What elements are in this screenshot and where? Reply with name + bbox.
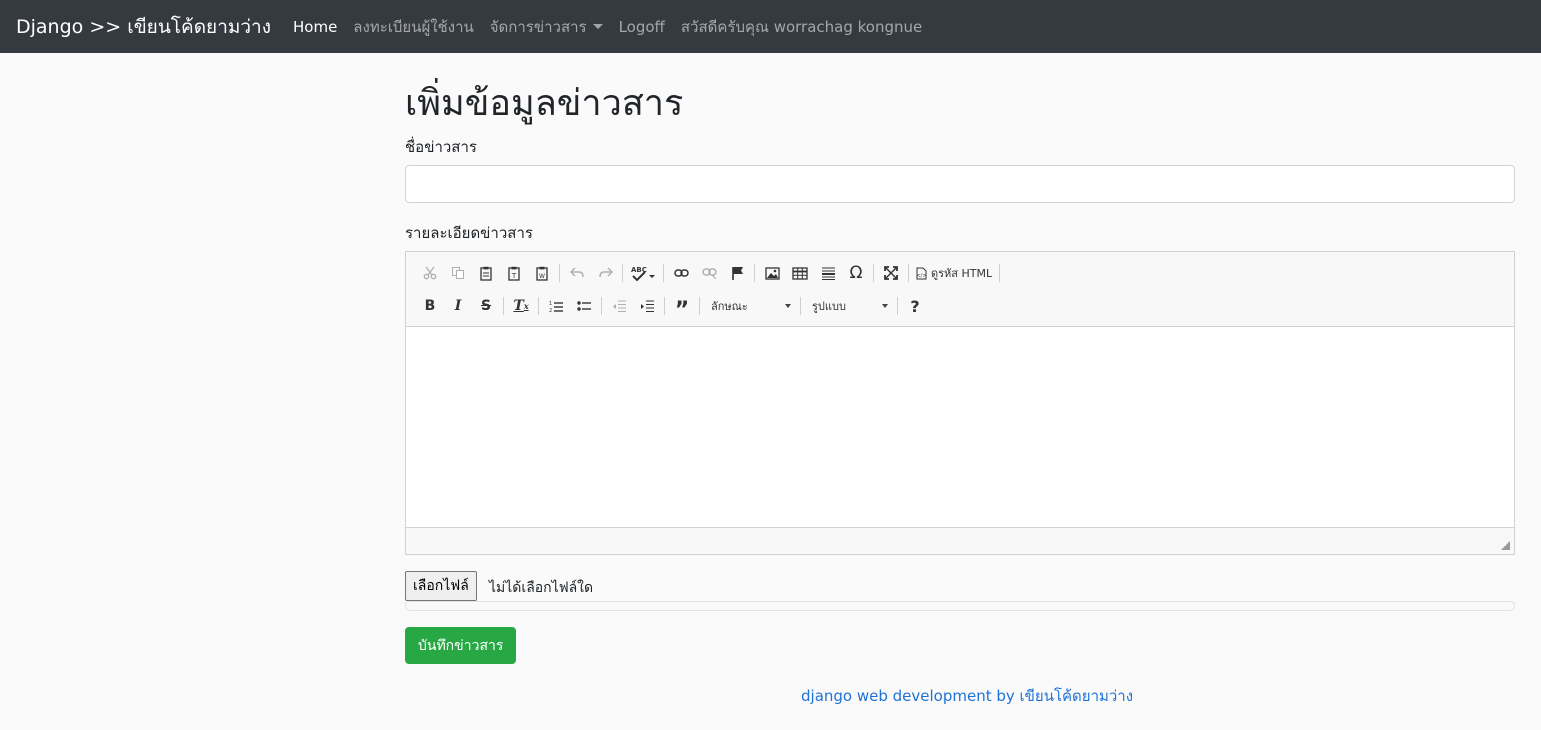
toolbar-separator — [559, 264, 560, 282]
toolbar-separator — [664, 297, 665, 315]
source-icon: </> — [916, 267, 927, 279]
nav-home[interactable]: Home — [293, 18, 337, 36]
page-title: เพิ่มข้อมูลข่าวสาร — [405, 83, 684, 124]
format-combo-label: รูปแบบ — [812, 300, 846, 313]
format-combo[interactable]: รูปแบบ — [804, 295, 894, 317]
rich-text-editor: T W ABC Ω </> ดูรหัส HTML B I S T x 1 2 … — [405, 251, 1515, 555]
footer-link[interactable]: django web development by เขียนโค้ดยามว่… — [801, 684, 1133, 708]
top-navbar: Django >> เขียนโค้ดยามว่าง Home ลงทะเบีย… — [0, 0, 1541, 53]
file-status-text: ไม่ได้เลือกไฟล์ใด — [489, 580, 594, 596]
toolbar-separator — [999, 264, 1001, 282]
source-button[interactable]: </> ดูรหัส HTML — [912, 260, 996, 286]
paste-icon[interactable] — [472, 260, 500, 286]
indent-icon[interactable] — [633, 293, 661, 319]
paste-text-icon[interactable]: T — [500, 260, 528, 286]
help-icon[interactable]: ? — [901, 293, 929, 319]
numbered-list-icon[interactable]: 12 — [542, 293, 570, 319]
toolbar-separator — [754, 264, 755, 282]
svg-text:T: T — [511, 272, 517, 280]
editor-toolbar: T W ABC Ω </> ดูรหัส HTML B I S T x 1 2 … — [406, 252, 1514, 327]
choose-file-button[interactable]: เลือกไฟล์ — [405, 571, 477, 601]
bulleted-list-icon[interactable] — [570, 293, 598, 319]
nav-manage-news-label: จัดการข่าวสาร — [489, 17, 587, 36]
navbar-brand[interactable]: Django >> เขียนโค้ดยามว่าง — [16, 12, 271, 42]
nav-manage-news[interactable]: จัดการข่าวสาร — [490, 15, 603, 39]
upload-progress-bar — [405, 601, 1515, 611]
horizontal-line-icon[interactable] — [814, 260, 842, 286]
save-news-button[interactable]: บันทึกข่าวสาร — [405, 627, 517, 664]
svg-text:2: 2 — [549, 308, 552, 313]
toolbar-separator — [800, 297, 801, 315]
italic-icon[interactable]: I — [444, 293, 472, 319]
toolbar-row-1: T W ABC Ω </> ดูรหัส HTML — [416, 260, 1003, 286]
svg-text:</>: </> — [916, 273, 926, 279]
maximize-icon[interactable] — [877, 260, 905, 286]
editor-content-area[interactable] — [406, 327, 1514, 527]
toolbar-separator — [908, 264, 909, 282]
image-icon[interactable] — [758, 260, 786, 286]
spellcheck-icon[interactable]: ABC — [626, 260, 660, 286]
nav-greeting[interactable]: สวัสดีครับคุณ worrachag kongnue — [681, 15, 922, 39]
editor-status-bar — [406, 527, 1514, 554]
special-char-icon[interactable]: Ω — [842, 260, 870, 286]
toolbar-separator — [663, 264, 664, 282]
nav-register[interactable]: ลงทะเบียนผู้ใช้งาน — [353, 15, 473, 39]
toolbar-separator — [503, 297, 504, 315]
toolbar-separator — [873, 264, 874, 282]
strike-icon[interactable]: S — [472, 293, 500, 319]
toolbar-row-2: B I S Tx 12 ” ลักษณะ รูปแบบ ? — [416, 293, 929, 323]
unlink-icon[interactable] — [695, 260, 723, 286]
style-combo-label: ลักษณะ — [711, 300, 748, 313]
remove-format-icon[interactable]: Tx — [507, 293, 535, 319]
news-detail-label: รายละเอียดข่าวสาร — [405, 224, 533, 242]
news-name-label: ชื่อข่าวสาร — [405, 138, 477, 156]
toolbar-separator — [897, 297, 898, 315]
bold-icon[interactable]: B — [416, 293, 444, 319]
chevron-down-icon — [882, 304, 888, 308]
table-icon[interactable] — [786, 260, 814, 286]
redo-icon[interactable] — [591, 260, 619, 286]
svg-text:W: W — [539, 273, 545, 280]
toolbar-separator — [601, 297, 602, 315]
chevron-down-icon — [592, 24, 603, 29]
nav-logoff[interactable]: Logoff — [619, 18, 665, 36]
outdent-icon[interactable] — [605, 293, 633, 319]
chevron-down-icon — [785, 304, 791, 308]
source-label: ดูรหัส HTML — [931, 267, 993, 280]
undo-icon[interactable] — [563, 260, 591, 286]
resize-handle-icon[interactable] — [1501, 541, 1510, 550]
paste-word-icon[interactable]: W — [528, 260, 556, 286]
toolbar-separator — [622, 264, 623, 282]
svg-text:1: 1 — [549, 301, 552, 307]
news-name-input[interactable] — [405, 165, 1515, 203]
anchor-icon[interactable] — [723, 260, 751, 286]
copy-icon[interactable] — [444, 260, 472, 286]
style-combo[interactable]: ลักษณะ — [703, 295, 797, 317]
blockquote-icon[interactable]: ” — [668, 293, 696, 323]
toolbar-separator — [699, 297, 700, 315]
cut-icon[interactable] — [416, 260, 444, 286]
toolbar-separator — [538, 297, 539, 315]
link-icon[interactable] — [667, 260, 695, 286]
